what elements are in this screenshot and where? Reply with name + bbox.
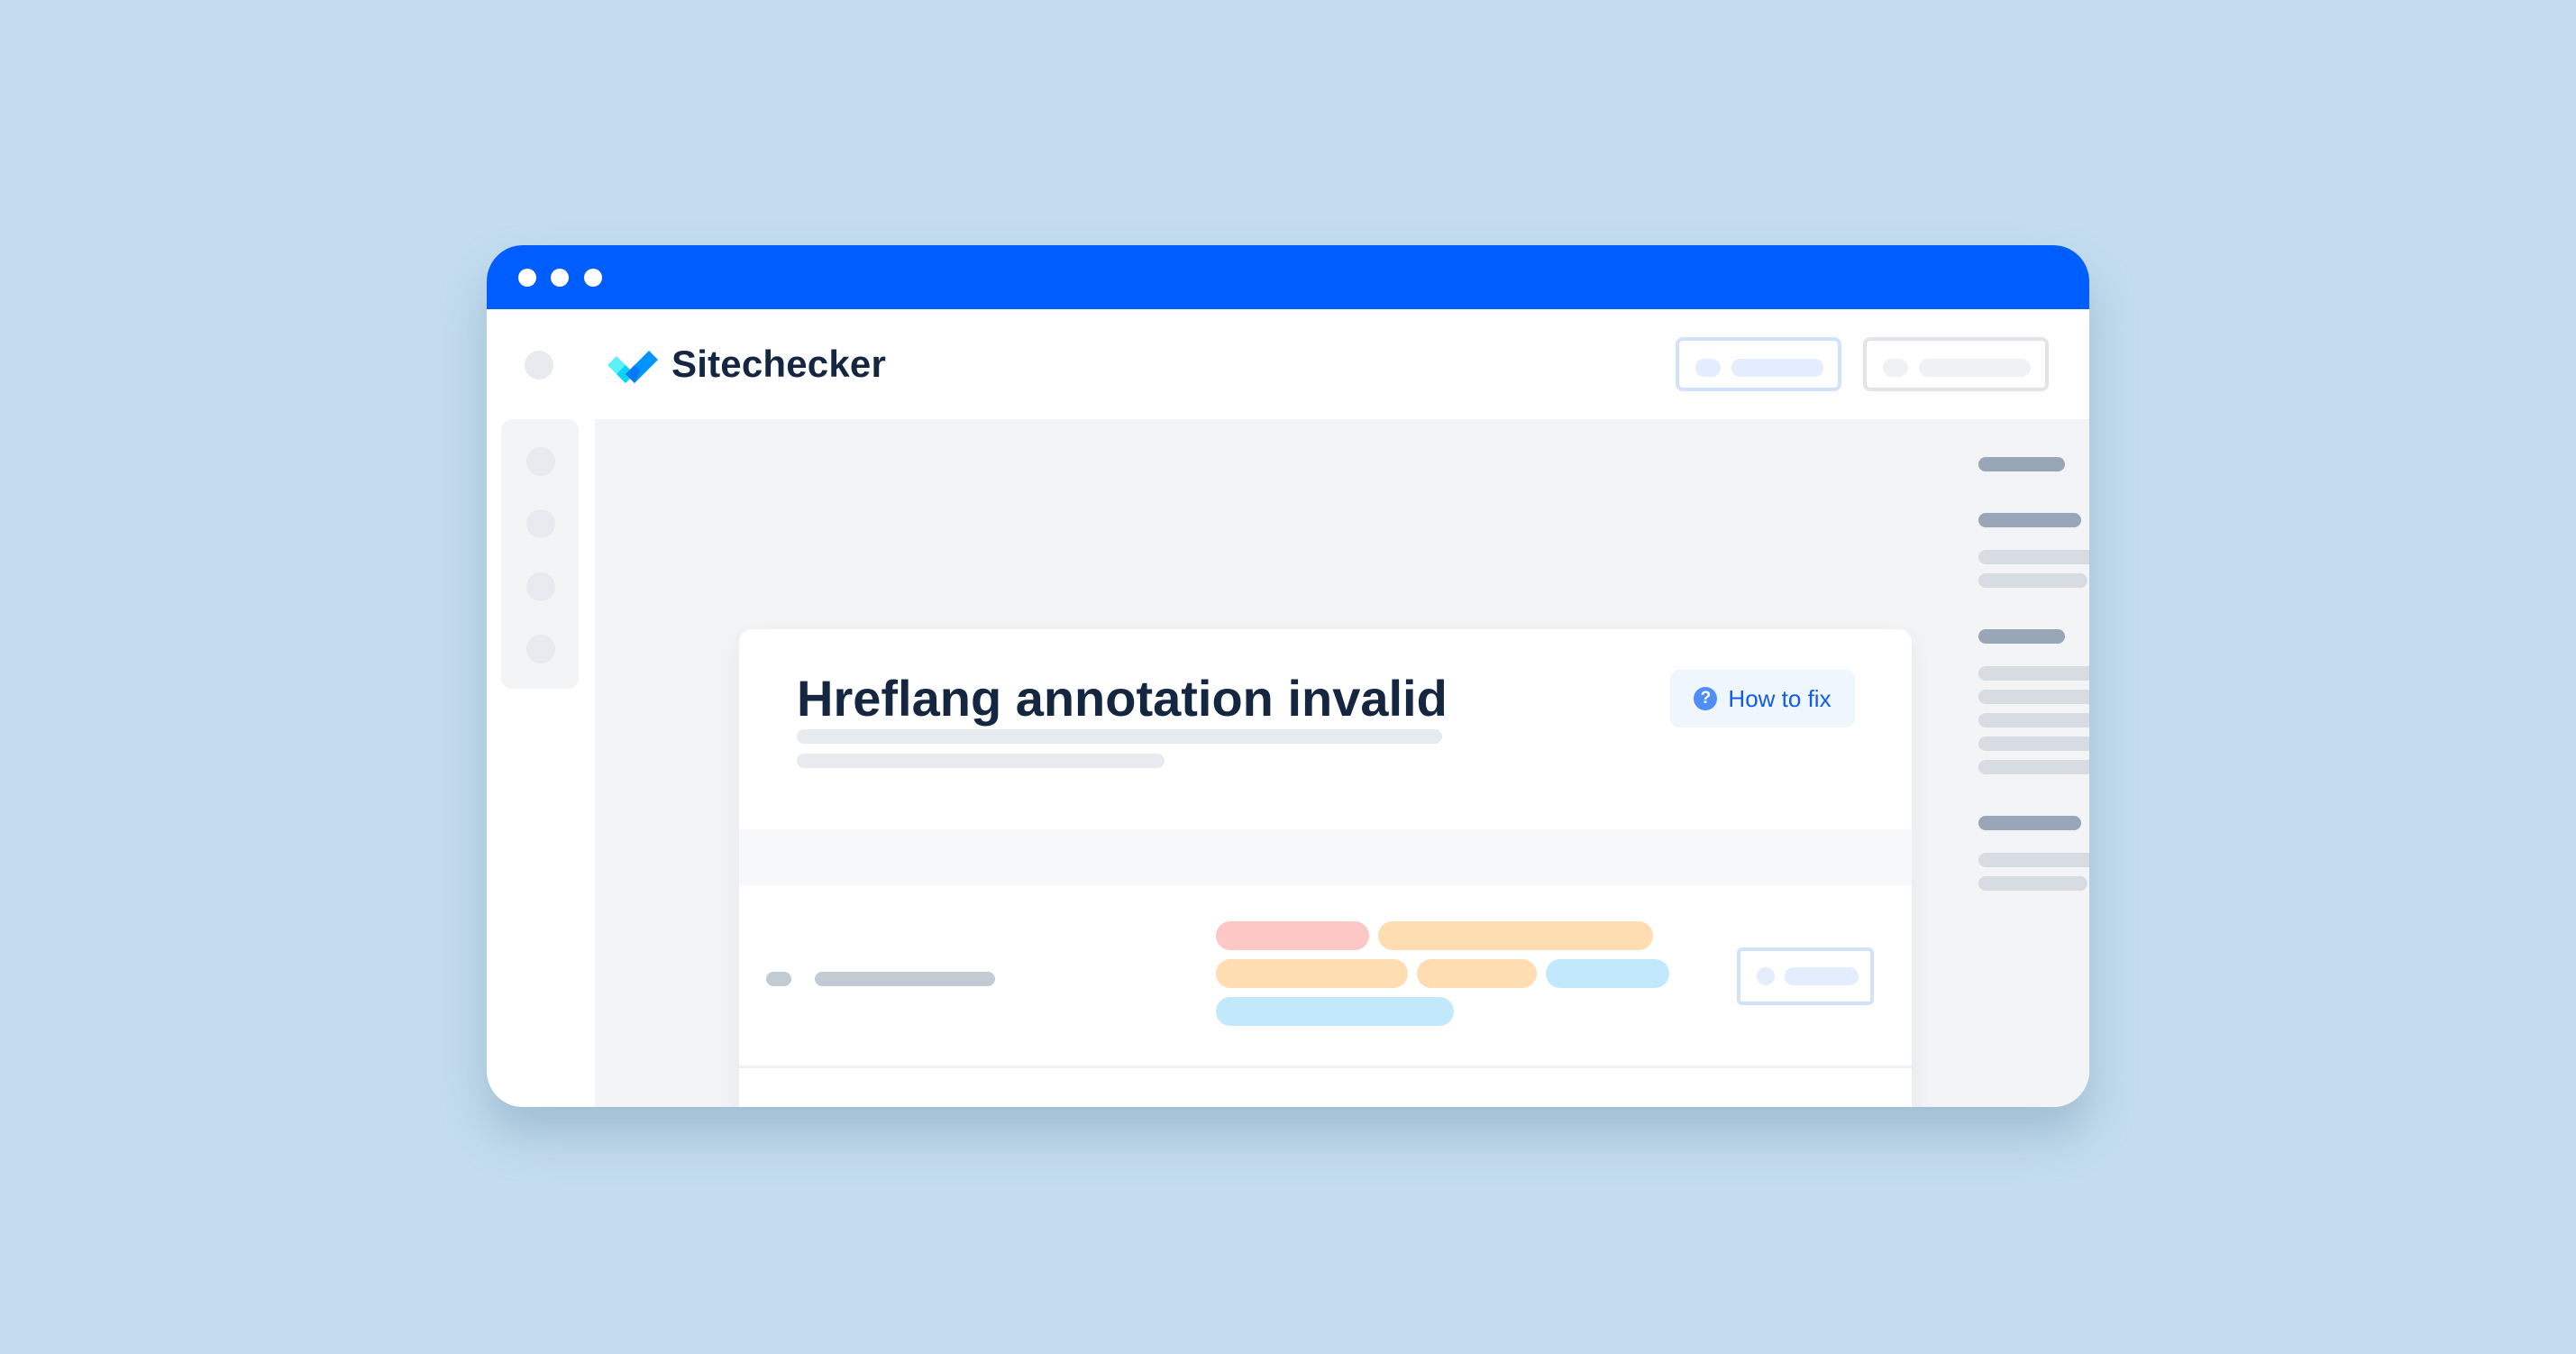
header-button-primary[interactable]	[1676, 337, 1841, 391]
table-header	[739, 829, 1912, 885]
header-button-secondary[interactable]	[1863, 337, 2049, 391]
sidebar-item-icon[interactable]	[526, 447, 555, 476]
window-dot-icon[interactable]	[518, 269, 536, 287]
menu-toggle-icon[interactable]	[525, 351, 553, 380]
warning-item[interactable]	[1978, 713, 2089, 727]
window-dot-icon[interactable]	[551, 269, 569, 287]
main-content: Hreflang annotation invalid ? How to fix	[595, 419, 2089, 1107]
warning-item[interactable]	[1978, 666, 2089, 681]
question-circle-icon: ?	[1694, 687, 1718, 710]
table-row[interactable]	[739, 885, 1912, 1067]
notice-chip	[1546, 959, 1669, 988]
error-item[interactable]	[1978, 550, 2089, 564]
sidebar-item-icon[interactable]	[526, 509, 555, 538]
window-dot-icon[interactable]	[584, 269, 602, 287]
error-chip	[1216, 921, 1369, 950]
browser-window: Sitechecker Hreflang annotation invalid …	[487, 245, 2089, 1107]
sidebar	[501, 419, 579, 689]
table-row[interactable]	[739, 1068, 1912, 1107]
issue-card: Hreflang annotation invalid ? How to fix	[739, 629, 1912, 1107]
row-action-button[interactable]	[1737, 947, 1874, 1005]
how-to-fix-button[interactable]: ? How to fix	[1670, 670, 1855, 727]
row-marker	[766, 972, 791, 986]
notice-chip	[1216, 997, 1454, 1026]
notice-item[interactable]	[1978, 853, 2089, 867]
warning-item[interactable]	[1978, 690, 2089, 704]
sidebar-item-icon[interactable]	[526, 635, 555, 663]
notices-label[interactable]	[1978, 816, 2081, 830]
warning-chip	[1216, 959, 1408, 988]
window-titlebar	[487, 245, 2089, 309]
description-line	[797, 754, 1165, 768]
sitechecker-checkmark-icon	[607, 351, 658, 383]
warning-item[interactable]	[1978, 760, 2089, 774]
warnings-label[interactable]	[1978, 629, 2065, 644]
errors-label[interactable]	[1978, 513, 2081, 527]
how-to-fix-label: How to fix	[1728, 684, 1832, 712]
row-url	[815, 972, 995, 986]
summary-label	[1978, 457, 2065, 471]
description-line	[797, 729, 1442, 744]
warning-item[interactable]	[1978, 736, 2089, 751]
error-item[interactable]	[1978, 573, 2087, 588]
brand-name: Sitechecker	[671, 343, 887, 385]
warning-chip	[1417, 959, 1537, 988]
page-title: Hreflang annotation invalid	[797, 670, 1448, 727]
notice-item[interactable]	[1978, 876, 2087, 891]
warning-chip	[1378, 921, 1653, 950]
sidebar-item-icon[interactable]	[526, 572, 555, 601]
